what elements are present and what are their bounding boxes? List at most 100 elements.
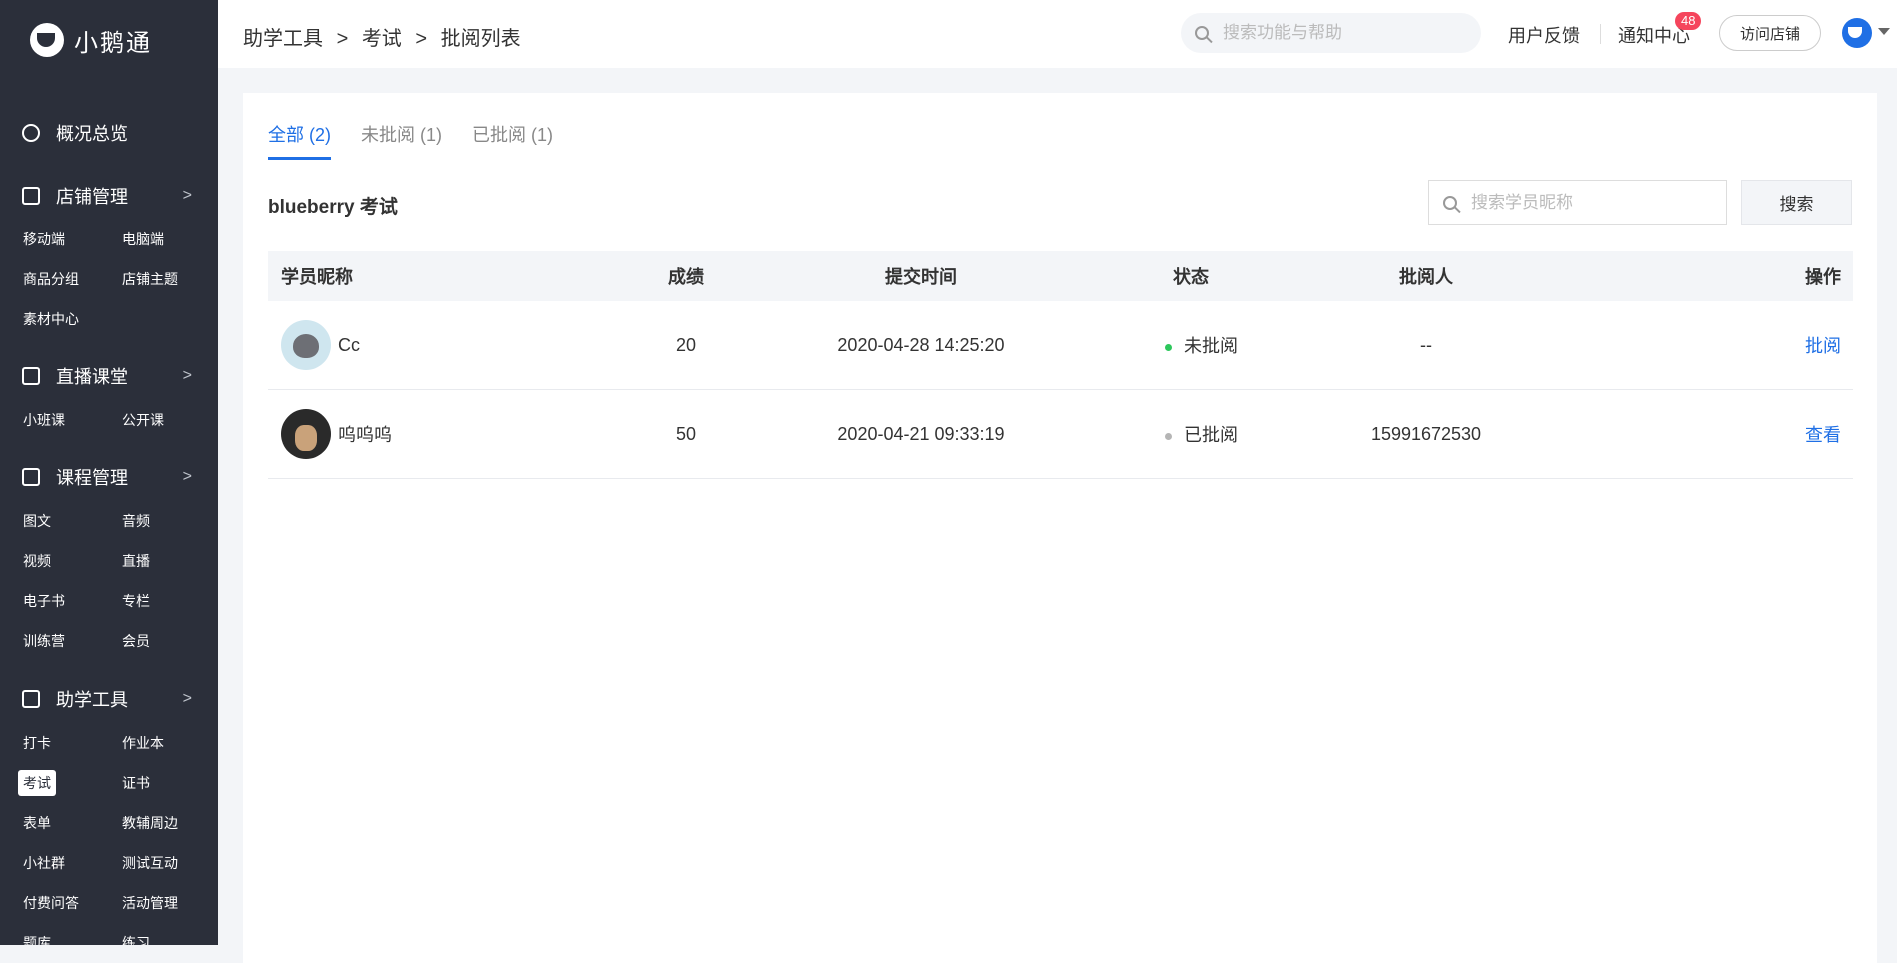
sidebar-item-small-class[interactable]: 小班课 (23, 410, 65, 430)
sidebar-item-mobile[interactable]: 移动端 (23, 229, 65, 249)
sidebar-item-member[interactable]: 会员 (122, 631, 150, 651)
sidebar-item-practice[interactable]: 练习 (122, 933, 150, 945)
book-icon (22, 468, 40, 486)
tab-all[interactable]: 全部 (2) (268, 121, 331, 160)
breadcrumb-exam[interactable]: 考试 (362, 28, 402, 50)
tab-reviewed[interactable]: 已批阅 (1) (472, 121, 553, 160)
table-header-row: 学员昵称 成绩 提交时间 状态 批阅人 操作 (268, 251, 1853, 301)
status-text: 已批阅 (1184, 425, 1238, 445)
sidebar-item-camp[interactable]: 训练营 (23, 631, 65, 651)
sidebar-item-paid-qa[interactable]: 付费问答 (23, 893, 79, 913)
search-icon (1195, 26, 1209, 40)
feedback-link[interactable]: 用户反馈 (1508, 22, 1580, 48)
visit-store-button[interactable]: 访问店铺 (1719, 15, 1821, 51)
table-row: 呜呜呜 50 2020-04-21 09:33:19 已批阅 159916725… (268, 389, 1853, 479)
top-header: 助学工具 > 考试 > 批阅列表 用户反馈 通知中心 (218, 0, 1897, 68)
student-cell: Cc (281, 320, 611, 370)
chevron-right-icon: > (182, 690, 192, 707)
sidebar-item-merch[interactable]: 教辅周边 (122, 813, 178, 833)
sidebar-item-homework[interactable]: 作业本 (122, 733, 164, 753)
col-header-action: 操作 (1551, 251, 1853, 301)
avatar (281, 409, 331, 459)
avatar (281, 320, 331, 370)
status-dot (1165, 343, 1172, 351)
logo-icon (30, 23, 64, 57)
col-header-nickname: 学员昵称 (268, 251, 611, 301)
filter-tabs: 全部 (2) 未批阅 (1) 已批阅 (1) (268, 121, 583, 160)
search-icon (1443, 195, 1457, 210)
brand-logo[interactable]: 小鹅通 (30, 22, 152, 58)
brand-name: 小鹅通 (74, 29, 152, 57)
chevron-right-icon: > (182, 187, 192, 204)
submit-time: 2020-04-21 09:33:19 (761, 389, 1081, 479)
divider (1600, 24, 1601, 44)
sidebar: 小鹅通 概况总览 店铺管理 > 移动端 电脑端 商品分组 店铺主题 素材中心 直… (0, 0, 218, 945)
nav-overview[interactable]: 概况总览 (22, 120, 192, 146)
nav-store-label: 店铺管理 (56, 187, 128, 207)
nav-course[interactable]: 课程管理 > (22, 464, 192, 490)
sidebar-item-certificate[interactable]: 证书 (122, 773, 150, 793)
sidebar-item-audio[interactable]: 音频 (122, 511, 150, 531)
sidebar-item-pc[interactable]: 电脑端 (122, 229, 164, 249)
submit-time: 2020-04-28 14:25:20 (761, 301, 1081, 390)
col-header-submit-time: 提交时间 (761, 251, 1081, 301)
review-table: 学员昵称 成绩 提交时间 状态 批阅人 操作 Cc 20 2020-04-28 … (268, 251, 1853, 479)
col-header-score: 成绩 (611, 251, 761, 301)
nav-course-label: 课程管理 (56, 468, 128, 488)
sidebar-item-form[interactable]: 表单 (23, 813, 51, 833)
sidebar-item-quiz[interactable]: 测试互动 (122, 853, 178, 873)
sidebar-item-column[interactable]: 专栏 (122, 591, 150, 611)
student-search-input[interactable] (1469, 191, 1713, 214)
sidebar-item-ebook[interactable]: 电子书 (23, 591, 65, 611)
sidebar-item-open-class[interactable]: 公开课 (122, 410, 164, 430)
sidebar-item-material[interactable]: 素材中心 (23, 309, 79, 329)
nav-tools[interactable]: 助学工具 > (22, 686, 192, 712)
search-button[interactable]: 搜索 (1741, 180, 1852, 225)
nav-overview-label: 概况总览 (56, 124, 128, 144)
sidebar-item-live[interactable]: 直播 (122, 551, 150, 571)
store-icon (22, 187, 40, 205)
notification-badge: 48 (1675, 12, 1702, 30)
exam-title: blueberry 考试 (268, 197, 398, 218)
sidebar-item-video[interactable]: 视频 (23, 551, 51, 571)
nav-tools-label: 助学工具 (56, 690, 128, 710)
review-list-panel: 全部 (2) 未批阅 (1) 已批阅 (1) blueberry 考试 搜索 学… (243, 93, 1877, 963)
status-text: 未批阅 (1184, 336, 1238, 356)
nav-live[interactable]: 直播课堂 > (22, 363, 192, 389)
table-row: Cc 20 2020-04-28 14:25:20 未批阅 -- 批阅 (268, 301, 1853, 390)
breadcrumb: 助学工具 > 考试 > 批阅列表 (243, 22, 529, 51)
tab-unreviewed[interactable]: 未批阅 (1) (361, 121, 442, 160)
col-header-status: 状态 (1081, 251, 1301, 301)
student-search[interactable] (1428, 180, 1727, 225)
sidebar-item-store-theme[interactable]: 店铺主题 (122, 269, 178, 289)
sidebar-item-question-bank[interactable]: 题库 (23, 933, 51, 945)
caret-down-icon[interactable] (1878, 28, 1890, 35)
view-link[interactable]: 查看 (1805, 425, 1841, 445)
sidebar-item-checkin[interactable]: 打卡 (23, 733, 51, 753)
breadcrumb-tools[interactable]: 助学工具 (243, 28, 323, 50)
status-dot (1165, 432, 1172, 440)
chevron-right-icon: > (182, 468, 192, 485)
col-header-reviewer: 批阅人 (1301, 251, 1551, 301)
sidebar-item-community[interactable]: 小社群 (23, 853, 65, 873)
nav-store[interactable]: 店铺管理 > (22, 183, 192, 209)
student-name: 呜呜呜 (338, 425, 392, 445)
reviewer: -- (1301, 301, 1551, 390)
sidebar-item-activity[interactable]: 活动管理 (122, 893, 178, 913)
pie-chart-icon (22, 124, 40, 142)
breadcrumb-current: 批阅列表 (440, 28, 521, 50)
toolbox-icon (22, 690, 40, 708)
reviewer: 15991672530 (1301, 389, 1551, 479)
sidebar-item-product-group[interactable]: 商品分组 (23, 269, 79, 289)
student-name: Cc (338, 334, 360, 355)
sidebar-item-exam[interactable]: 考试 (18, 770, 56, 796)
sidebar-item-article[interactable]: 图文 (23, 511, 51, 531)
user-avatar[interactable] (1842, 18, 1872, 48)
breadcrumb-separator: > (415, 28, 428, 50)
score: 20 (611, 301, 761, 390)
global-search[interactable] (1181, 13, 1481, 53)
score: 50 (611, 389, 761, 479)
global-search-input[interactable] (1221, 22, 1465, 44)
review-link[interactable]: 批阅 (1805, 336, 1841, 356)
student-cell: 呜呜呜 (281, 409, 611, 459)
